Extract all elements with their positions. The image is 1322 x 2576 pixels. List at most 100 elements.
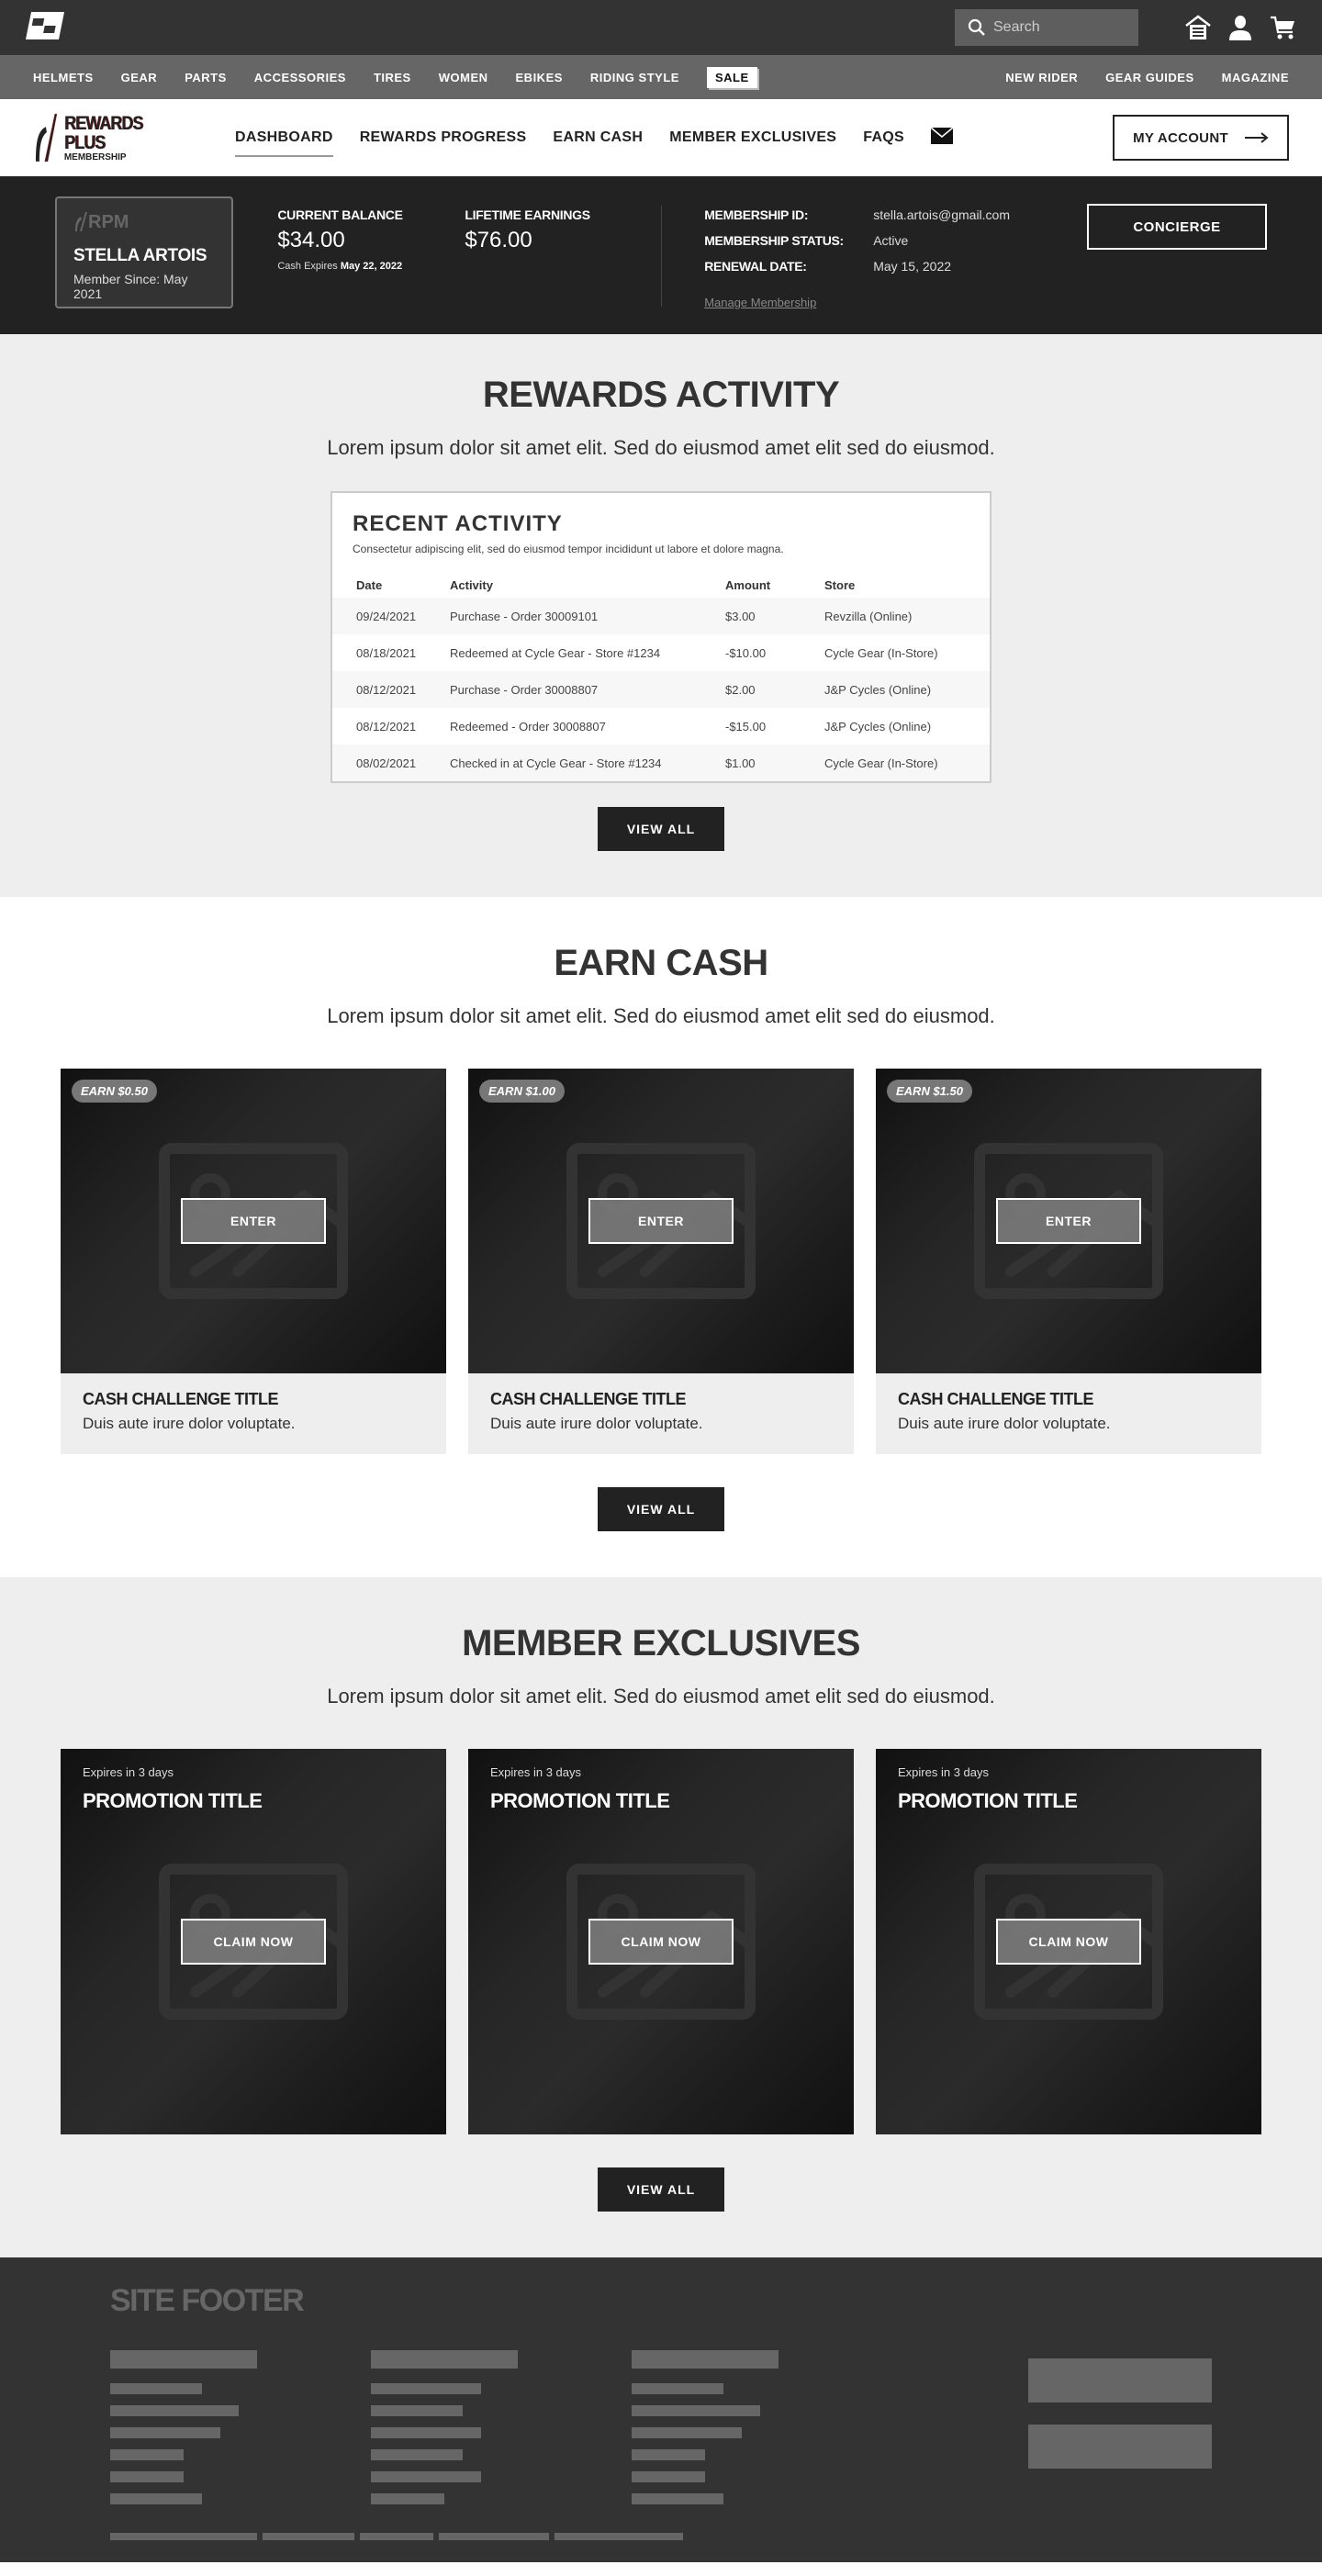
footer-link-placeholder[interactable] [632,2449,705,2460]
claim-now-button[interactable]: CLAIM NOW [996,1919,1141,1965]
cart-icon [1271,16,1294,39]
membership-id-value: stella.artois@gmail.com [873,207,1010,222]
member-exclusives-section: MEMBER EXCLUSIVES Lorem ipsum dolor sit … [0,1577,1322,2257]
membership-status-row: MEMBERSHIP STATUS: Active [704,233,1010,259]
footer-link-placeholder[interactable] [371,2471,481,2482]
tab-faqs[interactable]: FAQS [863,124,904,151]
footer-block-placeholder[interactable] [1028,2358,1212,2402]
footer-link-placeholder[interactable] [110,2449,184,2460]
footer-link-placeholder[interactable] [632,2405,760,2416]
cash-challenge-card: EARN $1.50 ENTER CASH CHALLENGE TITLE Du… [876,1069,1261,1454]
footer-link-placeholder[interactable] [632,2471,705,2482]
claim-now-button[interactable]: CLAIM NOW [181,1919,326,1965]
promotion-image: Expires in 3 days PROMOTION TITLE CLAIM … [61,1749,446,2134]
footer-link-placeholder[interactable] [371,2493,444,2504]
footer-link-placeholder[interactable] [632,2427,742,2438]
site-logo[interactable] [24,10,66,46]
nav-new-rider[interactable]: NEW RIDER [1005,71,1078,84]
recent-activity-title: RECENT ACTIVITY [353,511,563,536]
account-button[interactable] [1225,12,1256,43]
footer-legal-placeholder[interactable] [360,2533,433,2540]
footer-link-placeholder[interactable] [632,2493,723,2504]
footer-legal-placeholder[interactable] [110,2533,257,2540]
rewards-plus-logo[interactable]: REWARDS PLUS MEMBERSHIP [33,110,207,165]
search-placeholder: Search [993,19,1040,35]
footer-link-placeholder[interactable] [371,2405,463,2416]
tab-dashboard[interactable]: DASHBOARD [235,124,333,157]
footer-link-placeholder[interactable] [110,2471,184,2482]
tab-earn-cash[interactable]: EARN CASH [553,124,643,151]
cash-challenge-card: EARN $0.50 ENTER CASH CHALLENGE TITLE Du… [61,1069,446,1454]
lifetime-earnings-value: $76.00 [465,228,532,252]
view-all-challenges-button[interactable]: VIEW ALL [598,1487,724,1531]
category-accessories[interactable]: ACCESSORIES [254,71,346,84]
earn-badge: EARN $1.00 [479,1080,565,1103]
logo-main-text: REWARDS [63,112,143,134]
my-account-label: MY ACCOUNT [1133,129,1228,146]
garage-icon [1185,15,1211,39]
footer-legal-placeholder[interactable] [439,2533,549,2540]
view-all-activity-button[interactable]: VIEW ALL [598,807,724,851]
cash-expires-date: May 22, 2022 [340,261,403,272]
category-gear[interactable]: GEAR [121,71,158,84]
rewards-activity-section: REWARDS ACTIVITY Lorem ipsum dolor sit a… [0,334,1322,897]
rpm-logo: RPM [73,211,215,233]
enter-button[interactable]: ENTER [996,1198,1141,1244]
footer-heading-placeholder [110,2350,257,2369]
divider [661,206,663,307]
recent-activity-desc: Consectetur adipiscing elit, sed do eius… [353,543,784,555]
enter-button[interactable]: ENTER [588,1198,734,1244]
section-subtitle: Lorem ipsum dolor sit amet elit. Sed do … [327,1685,995,1708]
column-header: Activity [450,577,493,592]
footer-legal-links [110,2533,683,2540]
messages-button[interactable] [930,126,954,149]
garage-button[interactable] [1182,12,1214,43]
category-helmets[interactable]: HELMETS [33,71,94,84]
footer-block-placeholder[interactable] [1028,2425,1212,2469]
challenge-image: EARN $1.50 ENTER [876,1069,1261,1373]
footer-link-placeholder[interactable] [110,2493,202,2504]
category-women[interactable]: WOMEN [439,71,488,84]
promotion-card: Expires in 3 days PROMOTION TITLE CLAIM … [468,1749,854,2134]
footer-link-placeholder[interactable] [371,2449,463,2460]
challenge-image: EARN $0.50 ENTER [61,1069,446,1373]
site-footer: SITE FOOTER [0,2257,1322,2562]
claim-now-button[interactable]: CLAIM NOW [588,1919,734,1965]
mail-icon [930,126,954,144]
activity-table: Date Activity Amount Store 09/24/2021 Pur… [332,572,990,781]
category-ebikes[interactable]: EBIKES [516,71,563,84]
table-row: 08/18/2021 Redeemed at Cycle Gear - Store… [356,645,938,660]
nav-gear-guides[interactable]: GEAR GUIDES [1105,71,1194,84]
footer-link-placeholder[interactable] [371,2427,481,2438]
cart-button[interactable] [1267,12,1298,43]
footer-link-placeholder[interactable] [110,2427,220,2438]
current-balance: CURRENT BALANCE $34.00 Cash Expires May … [277,207,465,314]
concierge-button[interactable]: CONCIERGE [1087,204,1267,250]
footer-link-placeholder[interactable] [110,2405,239,2416]
view-all-exclusives-button[interactable]: VIEW ALL [598,2167,724,2212]
membership-id-row: MEMBERSHIP ID: stella.artois@gmail.com [704,207,1010,233]
category-tires[interactable]: TIRES [374,71,411,84]
category-sale[interactable]: SALE [706,66,757,88]
search-input[interactable]: Search [955,9,1138,46]
category-riding-style[interactable]: RIDING STYLE [590,71,679,84]
earn-cash-section: EARN CASH Lorem ipsum dolor sit amet eli… [0,897,1322,1577]
earn-badge: EARN $0.50 [72,1080,157,1103]
footer-link-placeholder[interactable] [632,2383,723,2394]
promotion-card: Expires in 3 days PROMOTION TITLE CLAIM … [61,1749,446,2134]
tab-rewards-progress[interactable]: REWARDS PROGRESS [360,124,527,151]
footer-legal-placeholder[interactable] [263,2533,354,2540]
my-account-button[interactable]: MY ACCOUNT [1113,115,1289,161]
footer-link-placeholder[interactable] [371,2383,481,2394]
footer-legal-placeholder[interactable] [555,2533,683,2540]
column-header: Date [356,577,383,592]
enter-button[interactable]: ENTER [181,1198,326,1244]
category-parts[interactable]: PARTS [185,71,227,84]
section-title: MEMBER EXCLUSIVES [462,1623,860,1663]
nav-magazine[interactable]: MAGAZINE [1222,71,1289,84]
footer-link-placeholder[interactable] [110,2383,202,2394]
tab-member-exclusives[interactable]: MEMBER EXCLUSIVES [669,124,836,151]
top-bar: Search [0,0,1322,55]
member-card: RPM STELLA ARTOIS Member Since: May 2021 [55,196,234,308]
manage-membership-link[interactable]: Manage Membership [704,296,816,309]
